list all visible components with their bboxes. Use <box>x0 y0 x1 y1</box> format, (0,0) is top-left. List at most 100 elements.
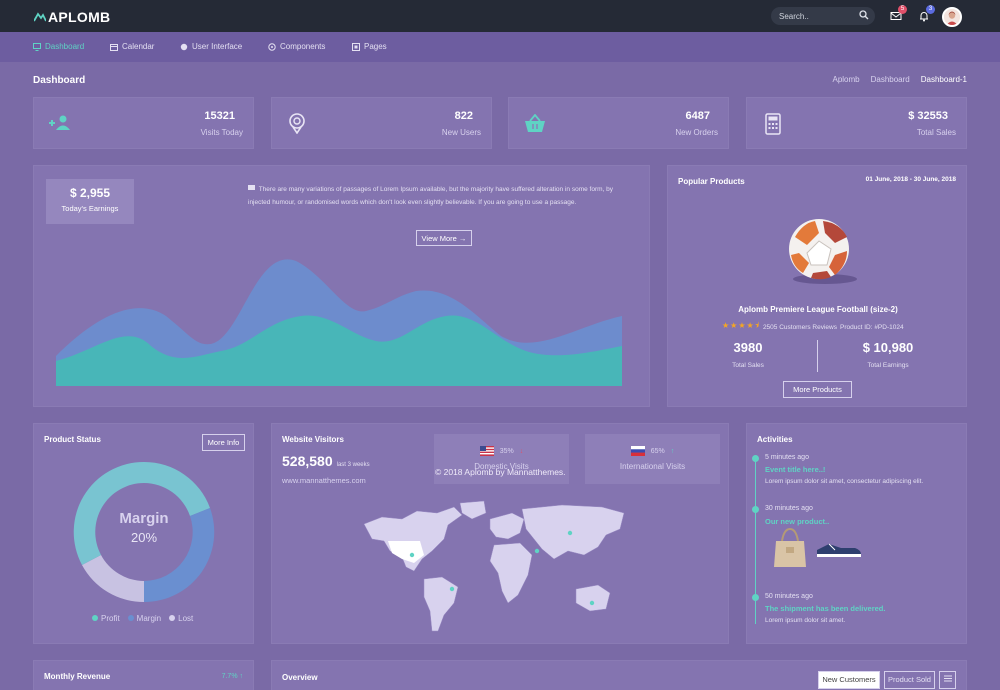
breadcrumb-current: Dashboard-1 <box>920 75 967 84</box>
product-rating-row: ★★★★⯨ 2505 Customers Reviews Product ID:… <box>722 320 904 334</box>
timeline-dot <box>752 455 759 462</box>
calculator-icon <box>765 113 781 135</box>
search-box[interactable] <box>771 7 875 25</box>
activity-text: Lorem ipsum dolor sit amet. <box>765 617 846 624</box>
total-sales-value: 3980 <box>733 340 763 355</box>
search-icon[interactable] <box>859 10 869 20</box>
down-arrow-icon: ↓ <box>519 447 524 455</box>
map-marker <box>567 530 573 536</box>
nav-item-dashboard[interactable]: Dashboard <box>33 42 84 51</box>
nav-label: Components <box>280 42 326 51</box>
timeline-dot <box>752 506 759 513</box>
basket-icon <box>525 114 545 132</box>
activity-text: Lorem ipsum dolor sit amet, consectetur … <box>765 478 924 485</box>
stat-value: $ 32553 <box>908 110 948 122</box>
stat-card-orders: 6487 New Orders <box>508 97 729 149</box>
stat-card-visits: 15321 Visits Today <box>33 97 254 149</box>
stat-card-sales: $ 32553 Total Sales <box>746 97 967 149</box>
nav-label: Dashboard <box>45 42 85 51</box>
total-earnings-block: $ 10,980 Total Earnings <box>840 340 936 369</box>
comment-icon <box>248 185 255 190</box>
legend-item-margin: Margin <box>127 614 162 623</box>
legend-dot <box>169 615 176 621</box>
domestic-pct-row: 35% ↓ <box>434 446 569 456</box>
football-image <box>789 219 857 284</box>
international-pct-row: 65% ↑ <box>585 446 720 456</box>
nav-item-calendar[interactable]: Calendar <box>110 42 154 51</box>
revenue-change: 7.7% ↑ <box>221 673 243 680</box>
stats-divider <box>817 340 818 372</box>
product-name: Aplomb Premiere League Football (size-2) <box>738 305 898 314</box>
breadcrumb-item[interactable]: Dashboard <box>871 75 910 84</box>
legend-item-profit: Profit <box>92 614 120 623</box>
nav-label: Pages <box>364 42 387 51</box>
monthly-revenue-card: Monthly Revenue 7.7% ↑ <box>33 660 254 690</box>
site-url[interactable]: www.mannatthemes.com <box>282 476 366 485</box>
topbar: APLOMB 5 3 <box>0 0 1000 32</box>
handbag-image <box>774 527 806 567</box>
copyright-watermark: © 2018 Aplomb by Mannatthemes. <box>435 467 566 477</box>
mail-badge: 5 <box>898 5 907 14</box>
nav-label: User Interface <box>192 42 243 51</box>
timeline-dot <box>752 594 759 601</box>
breadcrumb: Aplomb Dashboard Dashboard-1 <box>832 75 967 84</box>
map-marker <box>449 586 455 592</box>
stat-value: 6487 <box>685 110 710 122</box>
activity-title[interactable]: Our new product.. <box>765 517 829 526</box>
activity-title[interactable]: Event title here..! <box>765 465 825 474</box>
international-pct: 65% <box>650 447 665 455</box>
total-sales-label: Total Sales <box>732 362 764 369</box>
nav-item-components[interactable]: Components <box>268 42 325 51</box>
breadcrumb-item[interactable]: Aplomb <box>832 75 859 84</box>
circle-icon <box>180 43 188 50</box>
brand-logo[interactable]: APLOMB <box>34 9 110 25</box>
stat-value: 822 <box>454 110 473 122</box>
card-title: Monthly Revenue <box>44 672 111 681</box>
activity-title[interactable]: The shipment has been delivered. <box>765 604 885 613</box>
domestic-pct: 35% <box>499 447 514 455</box>
calendar-icon <box>110 43 118 51</box>
sneaker-image <box>817 543 861 557</box>
earnings-value: $ 2,955 <box>69 186 111 200</box>
map-south-america <box>423 576 459 632</box>
search-input[interactable] <box>779 11 859 21</box>
view-more-button[interactable]: View More → <box>416 230 472 246</box>
mail-button[interactable]: 5 <box>890 5 907 27</box>
international-visits-box: 65% ↑ International Visits <box>585 434 720 484</box>
nav-item-user-interface[interactable]: User Interface <box>180 42 242 51</box>
pages-icon <box>352 42 360 51</box>
more-products-button[interactable]: More Products <box>783 381 852 398</box>
menu-button[interactable] <box>939 671 956 689</box>
card-title: Popular Products <box>678 177 745 186</box>
rating-stars-icon: ★★★★⯨ <box>722 321 760 330</box>
legend-label: Margin <box>136 614 162 623</box>
tab-new-customers[interactable]: New Customers <box>818 671 880 689</box>
stat-card-users: 822 New Users <box>271 97 492 149</box>
visitor-count: 528,580 <box>282 453 333 469</box>
tab-product-sold[interactable]: Product Sold <box>884 671 935 689</box>
donut-segment-profit <box>144 461 210 516</box>
total-earnings-value: $ 10,980 <box>862 340 914 355</box>
avatar-image <box>944 9 960 25</box>
nav-item-pages[interactable]: Pages <box>352 42 387 51</box>
legend-item-lost: Lost <box>169 614 193 623</box>
map-marker <box>589 600 595 606</box>
legend-dot <box>127 615 134 621</box>
activity-time: 30 minutes ago <box>765 505 813 512</box>
brand-name: APLOMB <box>48 9 111 25</box>
notifications-button[interactable]: 3 <box>918 5 935 27</box>
earnings-text: There are many variations of passages of… <box>248 186 614 206</box>
map-australia <box>575 584 611 612</box>
more-info-button[interactable]: More Info <box>202 434 245 451</box>
map-marker <box>409 552 415 558</box>
donut-legend: Profit Margin Lost <box>92 614 193 623</box>
activity-time: 50 minutes ago <box>765 593 813 600</box>
stat-label: New Users <box>441 128 481 137</box>
earnings-card: $ 2,955 Today's Earnings There are many … <box>33 165 650 407</box>
legend-label: Profit <box>101 614 120 623</box>
product-status-card: Product Status More Info Margin 20% <box>33 423 254 644</box>
user-avatar[interactable] <box>942 7 962 27</box>
map-greenland <box>459 500 487 520</box>
activity-time: 5 minutes ago <box>765 454 809 461</box>
stat-label: New Orders <box>675 128 718 137</box>
